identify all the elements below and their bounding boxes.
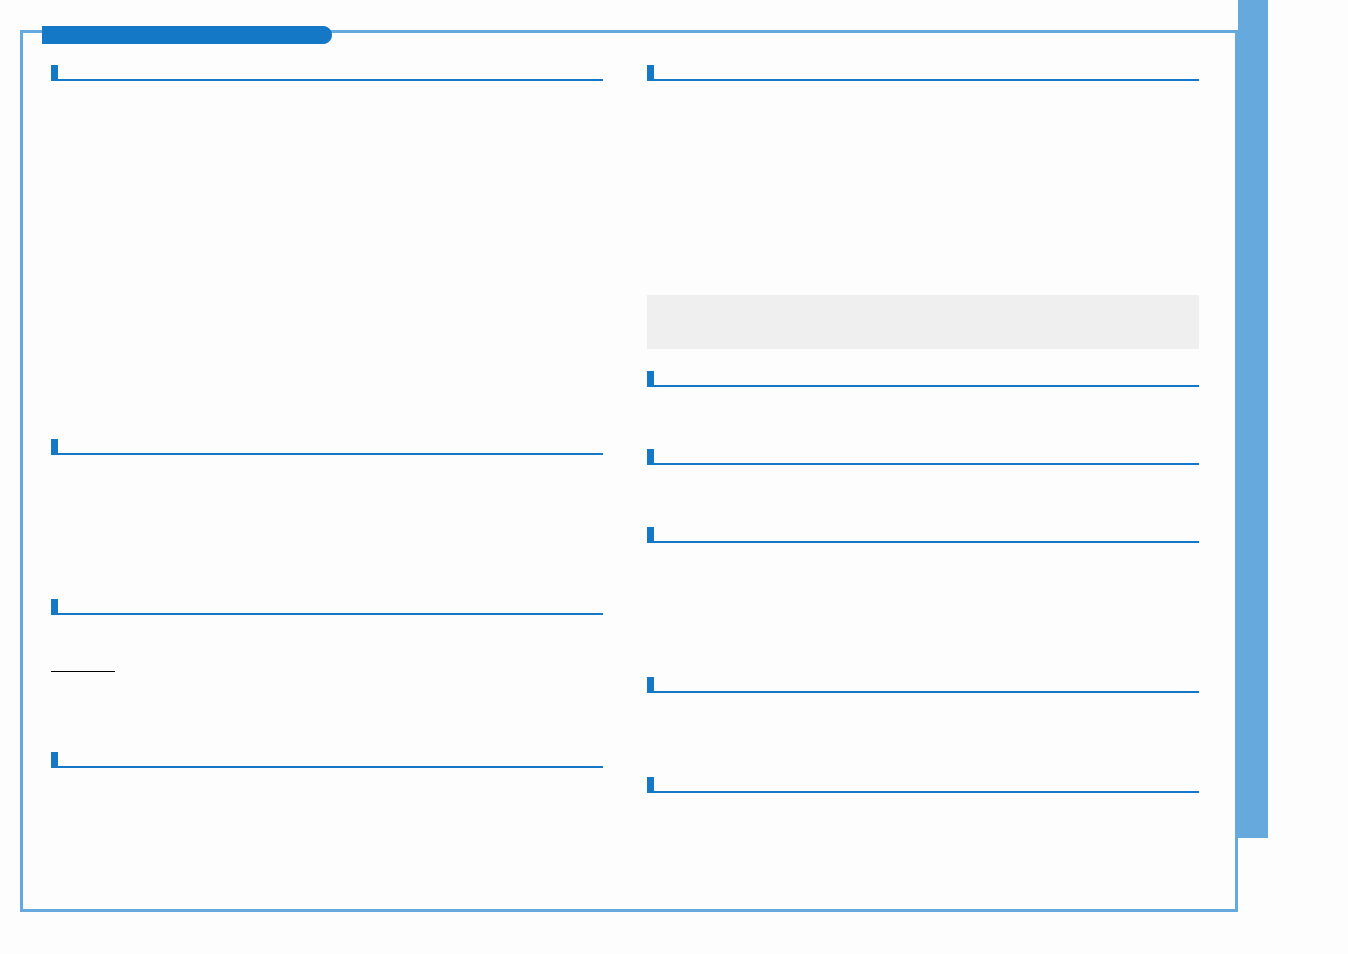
section-content [647,481,1199,527]
left-column [51,65,603,874]
section-header [647,677,1199,693]
section-content [51,471,603,599]
right-accent-strip [1238,0,1268,838]
section-header [647,65,1199,81]
page-tab [56,26,332,44]
section-content [647,403,1199,449]
section-content [647,97,1199,295]
section-content [51,97,603,439]
section-header [51,599,603,615]
section-header [647,371,1199,387]
section-content [51,631,603,671]
highlight-box [647,295,1199,349]
section-content [647,559,1199,677]
section-content [647,709,1199,777]
section-content [647,809,1199,869]
underline [51,671,115,672]
section-content [51,784,603,874]
right-column [647,65,1199,869]
section-header [51,752,603,768]
section-header [647,527,1199,543]
section-header [647,449,1199,465]
page-frame [20,30,1238,912]
section-header [647,777,1199,793]
section-header [51,65,603,81]
section-header [51,439,603,455]
